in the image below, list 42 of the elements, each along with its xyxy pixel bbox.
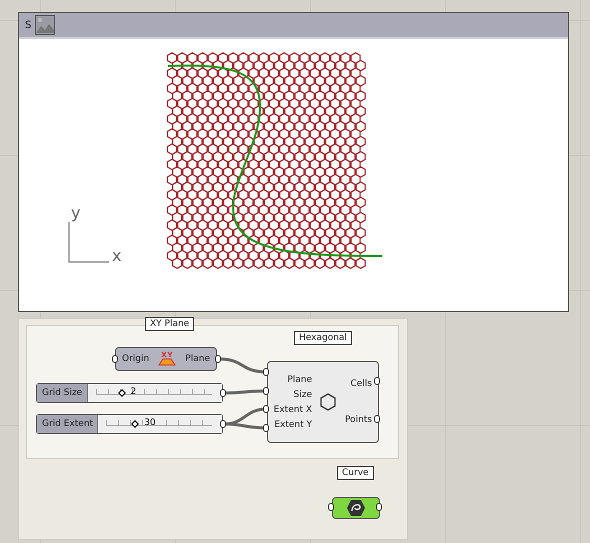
input-port[interactable] bbox=[263, 387, 269, 395]
input-label: Extent X bbox=[274, 404, 312, 414]
plane-icon bbox=[157, 351, 178, 367]
slider-value: 30 bbox=[144, 418, 156, 430]
output-port[interactable] bbox=[220, 420, 226, 428]
slider-name: Grid Size bbox=[37, 384, 88, 402]
axes-drawing bbox=[68, 222, 109, 263]
input-label: Extent Y bbox=[274, 420, 312, 430]
hexagonal-component[interactable]: Plane Size Extent X Extent Y Cells Points bbox=[267, 361, 379, 443]
number-slider[interactable]: Grid Size 2 bbox=[36, 383, 223, 403]
output-label: Points bbox=[344, 415, 372, 425]
slider-thumb[interactable] bbox=[116, 387, 126, 399]
image-icon[interactable] bbox=[35, 15, 56, 35]
input-port[interactable] bbox=[328, 503, 334, 511]
plane-label: Plane bbox=[185, 354, 210, 364]
curve-component[interactable] bbox=[332, 497, 380, 519]
input-port[interactable] bbox=[263, 405, 269, 413]
output-port[interactable] bbox=[374, 415, 380, 423]
output-port[interactable] bbox=[376, 503, 382, 511]
slider-name: Grid Extent bbox=[37, 415, 98, 433]
hexagon-icon bbox=[318, 392, 338, 412]
viewer-title: S bbox=[25, 20, 32, 30]
slider-value: 2 bbox=[130, 387, 136, 399]
output-port[interactable] bbox=[220, 389, 226, 397]
component-tag: XY Plane bbox=[145, 317, 194, 331]
input-port[interactable] bbox=[263, 368, 269, 376]
input-label: Plane bbox=[287, 374, 312, 384]
number-slider[interactable]: Grid Extent 30 bbox=[36, 414, 223, 434]
output-port[interactable] bbox=[374, 377, 380, 385]
curve-icon bbox=[346, 499, 366, 517]
slider-thumb[interactable] bbox=[130, 418, 140, 430]
component-tag: Hexagonal bbox=[294, 331, 352, 345]
axis-label: x bbox=[112, 248, 122, 264]
input-port[interactable] bbox=[112, 355, 118, 363]
plane-component[interactable]: Origin Plane bbox=[115, 347, 217, 371]
component-tag: Curve bbox=[337, 466, 374, 480]
axis-label: y bbox=[71, 205, 80, 221]
input-label: Size bbox=[294, 390, 312, 400]
output-port[interactable] bbox=[215, 355, 221, 363]
origin-label: Origin bbox=[122, 354, 150, 364]
output-label: Cells bbox=[350, 379, 372, 389]
input-port[interactable] bbox=[263, 424, 269, 432]
